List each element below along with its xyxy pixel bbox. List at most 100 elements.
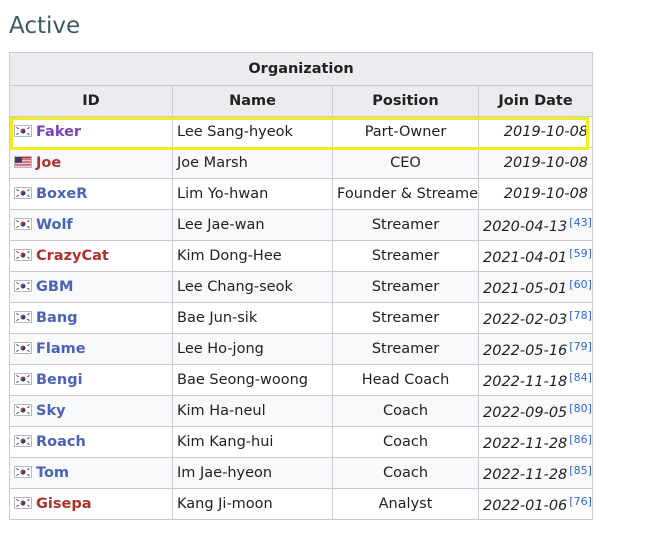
roster-table: Organization ID Name Position Join Date … [8,52,594,520]
reference-link[interactable]: [76] [569,495,591,508]
join-date: 2020-04-13 [483,218,568,235]
reference-link[interactable]: [79] [569,340,591,353]
name-cell: Lee Chang-seok [172,271,333,303]
name-cell: Kim Kang-hui [172,426,333,458]
join-date: 2019-10-08 [503,186,589,202]
table-row: Bang Bae Jun-sik Streamer 2022-02-03 [78] [9,302,594,334]
join-date-cell: 2022-09-05 [80] [477,395,594,427]
player-link[interactable]: Tom [36,465,69,481]
name-cell: Lee Jae-wan [172,209,333,241]
position-cell: Part-Owner [332,116,479,148]
player-link[interactable]: Wolf [36,217,73,233]
id-cell: GBM [9,271,173,303]
id-cell: Faker [9,116,173,148]
id-cell: BoxeR [9,178,173,210]
position-cell: Coach [332,457,479,489]
position-cell: Streamer [332,209,479,241]
name-cell: Kim Dong-Hee [172,240,333,272]
player-link[interactable]: Sky [36,403,66,419]
name-cell: Im Jae-hyeon [172,457,333,489]
column-header-name: Name [172,85,333,117]
position-cell: Streamer [332,333,479,365]
name-cell: Kang Ji-moon [172,488,333,520]
reference-link[interactable]: [86] [569,433,591,446]
position-cell: Streamer [332,271,479,303]
join-date-cell: 2022-11-18 [84] [477,364,594,396]
kr-flag-icon [14,218,32,230]
player-link[interactable]: Flame [36,341,86,357]
player-link[interactable]: BoxeR [36,186,87,202]
join-date: 2022-02-03 [483,311,568,328]
column-header-id: ID [9,85,173,117]
join-date-cell: 2019-10-08 [477,147,594,179]
player-link[interactable]: Gisepa [36,496,92,512]
id-cell: Roach [9,426,173,458]
table-row: Faker Lee Sang-hyeok Part-Owner 2019-10-08 [9,116,594,148]
table-row: Joe Joe Marsh CEO 2019-10-08 [9,147,594,179]
column-header-position: Position [332,85,479,117]
reference-link[interactable]: [43] [569,216,591,229]
table-row: Tom Im Jae-hyeon Coach 2022-11-28 [85] [9,457,594,489]
position-cell: Coach [332,395,479,427]
join-date: 2022-01-06 [483,497,568,514]
join-date-cell: 2020-04-13 [43] [477,209,594,241]
reference-link[interactable]: [78] [569,309,591,322]
id-cell: CrazyCat [9,240,173,272]
position-cell: Streamer [332,240,479,272]
table-row: Flame Lee Ho-jong Streamer 2022-05-16 [79] [9,333,594,365]
join-date: 2019-10-08 [503,124,589,140]
player-link[interactable]: GBM [36,279,73,295]
join-date: 2022-11-28 [483,466,568,483]
join-date-cell: 2021-04-01 [59] [477,240,594,272]
reference-link[interactable]: [84] [569,371,591,384]
join-date: 2022-11-18 [483,373,568,390]
name-cell: Kim Ha-neul [172,395,333,427]
kr-flag-icon [14,342,32,354]
name-cell: Bae Seong-woong [172,364,333,396]
join-date-cell: 2021-05-01 [60] [477,271,594,303]
join-date: 2021-05-01 [483,280,568,297]
table-row: CrazyCat Kim Dong-Hee Streamer 2021-04-01 [5… [9,240,594,272]
id-cell: Joe [9,147,173,179]
reference-link[interactable]: [85] [569,464,591,477]
position-cell: Streamer [332,302,479,334]
reference-link[interactable]: [80] [569,402,591,415]
kr-flag-icon [14,280,32,292]
id-cell: Sky [9,395,173,427]
join-date: 2022-09-05 [483,404,568,421]
join-date-cell: 2022-01-06 [76] [477,488,594,520]
kr-flag-icon [14,466,32,478]
reference-link[interactable]: [60] [569,278,591,291]
kr-flag-icon [14,435,32,447]
kr-flag-icon [14,404,32,416]
player-link[interactable]: Roach [36,434,86,450]
player-link[interactable]: Faker [36,124,81,140]
player-link[interactable]: Joe [36,155,61,171]
player-link[interactable]: Bengi [36,372,83,388]
join-date: 2019-10-08 [503,155,589,171]
id-cell: Tom [9,457,173,489]
join-date-cell: 2022-05-16 [79] [477,333,594,365]
roster-body: Faker Lee Sang-hyeok Part-Owner 2019-10-08 J… [9,116,594,520]
reference-link[interactable]: [59] [569,247,591,260]
id-cell: Bang [9,302,173,334]
join-date-cell: 2022-11-28 [85] [477,457,594,489]
column-header-join-date: Join Date [477,85,594,117]
id-cell: Flame [9,333,173,365]
table-row: Bengi Bae Seong-woong Head Coach 2022-11-18… [9,364,594,396]
kr-flag-icon [14,187,32,199]
player-link[interactable]: Bang [36,310,78,326]
player-link[interactable]: CrazyCat [36,248,109,264]
name-cell: Lim Yo-hwan [172,178,333,210]
join-date: 2022-05-16 [483,342,568,359]
position-cell: Head Coach [332,364,479,396]
join-date: 2022-11-28 [483,435,568,452]
name-cell: Bae Jun-sik [172,302,333,334]
position-cell: Founder & Streamer [332,178,479,210]
join-date-cell: 2022-02-03 [78] [477,302,594,334]
us-flag-icon [14,156,32,168]
name-cell: Lee Ho-jong [172,333,333,365]
kr-flag-icon [14,249,32,261]
kr-flag-icon [14,373,32,385]
table-row: Wolf Lee Jae-wan Streamer 2020-04-13 [43] [9,209,594,241]
